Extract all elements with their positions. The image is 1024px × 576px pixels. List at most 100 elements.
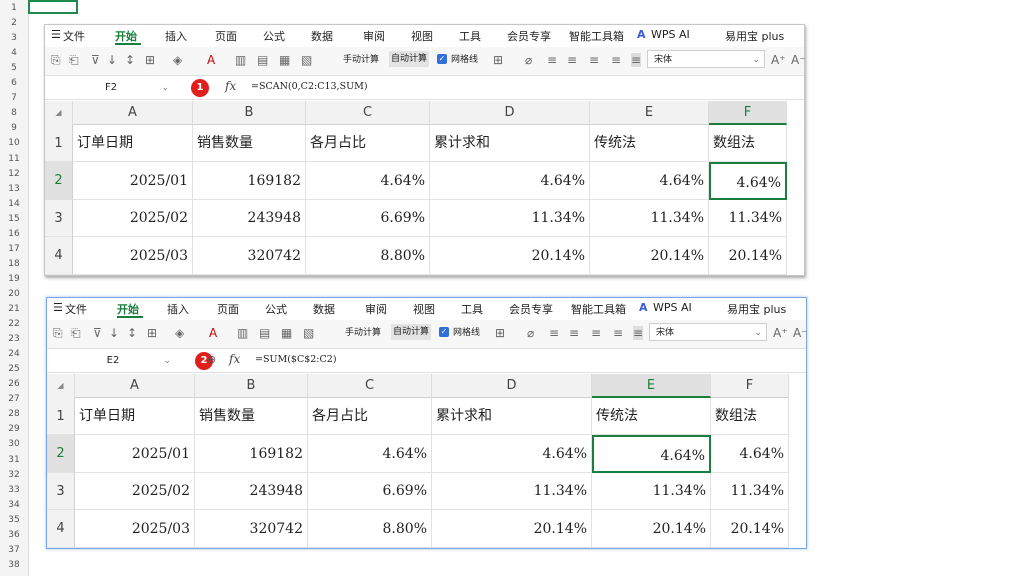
tab-item-1[interactable]: 插入: [167, 301, 189, 317]
name-box-dropdown-icon[interactable]: ⌄: [161, 80, 169, 96]
font-increase-icon[interactable]: A⁺: [773, 326, 788, 340]
outer-row-number[interactable]: 25: [0, 363, 28, 375]
data-cell[interactable]: 20.14%: [432, 510, 592, 548]
outer-row-number[interactable]: 14: [0, 198, 28, 210]
outer-row-number[interactable]: 15: [0, 213, 28, 225]
tab-item-7[interactable]: 工具: [459, 28, 481, 44]
header-cell[interactable]: 传统法: [592, 398, 711, 435]
name-box[interactable]: F2 ⌄: [45, 80, 177, 96]
data-cell[interactable]: 4.64%: [430, 162, 590, 200]
auto-calc-button[interactable]: 自动计算: [391, 324, 432, 340]
data-cell[interactable]: 243948: [195, 473, 308, 510]
font-color-icon[interactable]: A: [207, 53, 215, 67]
name-box[interactable]: E2 ⌄: [47, 353, 179, 369]
data-cell[interactable]: 11.34%: [432, 473, 592, 510]
select-all-corner[interactable]: ◢: [45, 101, 73, 125]
outer-row-number[interactable]: 28: [0, 408, 28, 420]
align-top-icon[interactable]: ≡: [549, 326, 559, 340]
outer-row-number[interactable]: 18: [0, 258, 28, 270]
outer-row-number[interactable]: 7: [0, 92, 28, 104]
outer-row-number[interactable]: 27: [0, 393, 28, 405]
tab-item-1[interactable]: 插入: [165, 28, 187, 44]
row-header[interactable]: 3: [45, 200, 73, 237]
outer-row-number[interactable]: 3: [0, 32, 28, 44]
manual-calc-button[interactable]: 手动计算: [345, 326, 381, 340]
align-left-icon[interactable]: ≡: [569, 326, 579, 340]
border-grid-icon[interactable]: ⊞: [493, 53, 503, 67]
filter-icon[interactable]: ⊽: [91, 53, 100, 67]
outer-row-number[interactable]: 33: [0, 484, 28, 496]
column-header[interactable]: F: [711, 374, 789, 398]
data-cell[interactable]: 20.14%: [592, 510, 711, 548]
tab-item-4[interactable]: 数据: [313, 301, 335, 317]
tab-item-9[interactable]: 智能工具箱: [571, 301, 626, 317]
align-right-icon[interactable]: ≡: [613, 326, 623, 340]
tab-wps-ai[interactable]: WPS AI: [653, 301, 692, 314]
gridlines-checkbox[interactable]: ✓: [439, 327, 449, 337]
tab-item-9[interactable]: 智能工具箱: [569, 28, 624, 44]
fill-color-icon[interactable]: ◈: [175, 326, 184, 340]
data-cell[interactable]: 11.34%: [709, 200, 787, 237]
merge-icon[interactable]: ▥: [237, 326, 248, 340]
menu-file[interactable]: 文件: [63, 28, 85, 44]
clear-format-icon[interactable]: ⌀: [525, 53, 532, 67]
data-cell[interactable]: 169182: [195, 435, 308, 473]
outer-row-number[interactable]: 38: [0, 559, 28, 571]
copy-icon[interactable]: ⎗: [69, 53, 79, 67]
header-cell[interactable]: 订单日期: [75, 398, 195, 435]
tab-wps-ai[interactable]: WPS AI: [651, 28, 690, 41]
column-header[interactable]: F: [709, 101, 787, 125]
outer-row-number[interactable]: 19: [0, 273, 28, 285]
outer-row-number[interactable]: 13: [0, 183, 28, 195]
zoom-icon[interactable]: ⊕: [207, 353, 216, 366]
outer-row-number[interactable]: 30: [0, 438, 28, 450]
column-header[interactable]: B: [193, 101, 306, 125]
outer-active-cell[interactable]: [28, 0, 78, 14]
column-header[interactable]: D: [432, 374, 592, 398]
header-cell[interactable]: 销售数量: [193, 125, 306, 162]
freeze-icon[interactable]: ▦: [281, 326, 292, 340]
tab-item-8[interactable]: 会员专享: [507, 28, 551, 44]
outer-row-number[interactable]: 11: [0, 153, 28, 165]
font-decrease-icon[interactable]: A⁻: [793, 326, 808, 340]
data-cell[interactable]: 2025/03: [75, 510, 195, 548]
font-color-icon[interactable]: A: [209, 326, 217, 340]
align-top-icon[interactable]: ≡: [547, 53, 557, 67]
align-left-icon[interactable]: ≡: [567, 53, 577, 67]
outer-row-number[interactable]: 16: [0, 228, 28, 240]
border-grid-icon[interactable]: ⊞: [495, 326, 505, 340]
fill-color-icon[interactable]: ◈: [173, 53, 182, 67]
outer-row-number[interactable]: 5: [0, 62, 28, 74]
tab-item-4[interactable]: 数据: [311, 28, 333, 44]
data-cell[interactable]: 4.64%: [711, 435, 789, 473]
copy-icon[interactable]: ⎗: [71, 326, 81, 340]
data-cell[interactable]: 8.80%: [306, 237, 430, 275]
column-header[interactable]: C: [306, 101, 430, 125]
outer-row-number[interactable]: 31: [0, 454, 28, 466]
align-justify-icon[interactable]: ≡: [631, 53, 642, 67]
data-cell[interactable]: 6.69%: [308, 473, 432, 510]
header-cell[interactable]: 传统法: [590, 125, 709, 162]
outer-row-number[interactable]: 26: [0, 378, 28, 390]
outer-row-number[interactable]: 17: [0, 243, 28, 255]
tab-item-0[interactable]: 开始: [115, 28, 137, 44]
data-cell[interactable]: 2025/01: [73, 162, 193, 200]
menu-icon[interactable]: ☰: [51, 28, 61, 41]
outer-row-number[interactable]: 24: [0, 348, 28, 360]
paste-icon[interactable]: ⎘: [51, 53, 61, 67]
column-header[interactable]: E: [590, 101, 709, 125]
tab-item-7[interactable]: 工具: [461, 301, 483, 317]
header-cell[interactable]: 各月占比: [306, 125, 430, 162]
outer-row-number[interactable]: 35: [0, 514, 28, 526]
data-cell[interactable]: 4.64%: [306, 162, 430, 200]
outer-row-number[interactable]: 32: [0, 469, 28, 481]
data-cell[interactable]: 6.69%: [306, 200, 430, 237]
align-center-icon[interactable]: ≡: [589, 53, 599, 67]
table-style-icon[interactable]: ▧: [301, 53, 312, 67]
sort-asc-icon[interactable]: ↓: [109, 326, 119, 340]
tab-item-6[interactable]: 视图: [413, 301, 435, 317]
data-cell[interactable]: 11.34%: [590, 200, 709, 237]
freeze-icon[interactable]: ▦: [279, 53, 290, 67]
wrap-icon[interactable]: ▤: [259, 326, 270, 340]
tab-item-2[interactable]: 页面: [215, 28, 237, 44]
